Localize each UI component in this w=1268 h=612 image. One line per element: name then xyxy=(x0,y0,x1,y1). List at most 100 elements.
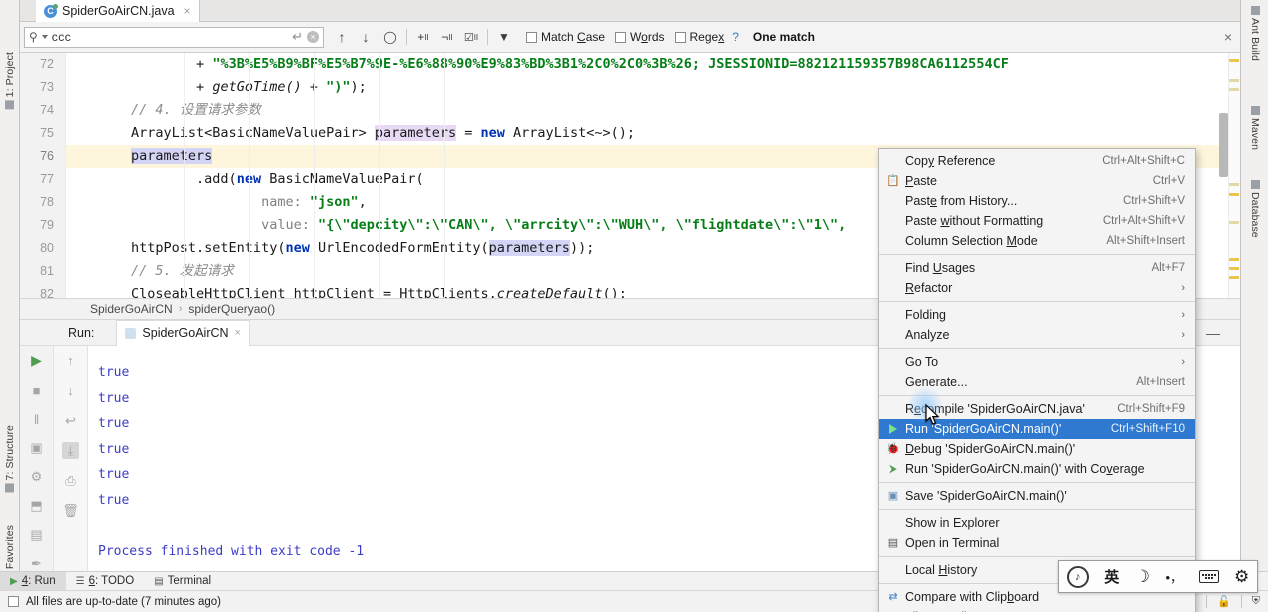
bottom-tool-6-todo[interactable]: ☰ 6: TODO xyxy=(66,572,145,591)
clear-all-button[interactable]: 🗑 xyxy=(62,502,79,519)
dump-threads-button[interactable]: ⚙ xyxy=(28,469,45,485)
menu-item-copy-reference[interactable]: Copy Reference Ctrl+Alt+Shift+C xyxy=(879,151,1195,171)
bottom-tool-4-run[interactable]: ▶ 4: Run xyxy=(0,571,66,591)
checkbox-box xyxy=(674,31,686,43)
help-icon[interactable]: ? xyxy=(732,30,739,44)
code-token: new xyxy=(285,240,310,256)
up-the-stack-trace-button[interactable]: ↑ xyxy=(62,352,79,369)
camera-button[interactable]: ▣ xyxy=(28,440,45,456)
code-token: "{\"depcity\":\"CAN\", \"arrcity\":\"WUH… xyxy=(318,217,847,233)
code-line[interactable]: 73 + getGoTime() + ")"); xyxy=(40,76,1240,99)
menu-item-run-spidergoaircn-main[interactable]: Run 'SpiderGoAirCN.main()' Ctrl+Shift+F10 xyxy=(879,419,1195,439)
breadcrumb-separator-icon: › xyxy=(178,303,183,315)
code-line[interactable]: 74 // 4. 设置请求参数 xyxy=(40,99,1240,122)
code-line[interactable]: 75 ArrayList<BasicNameValuePair> paramet… xyxy=(40,122,1240,145)
menu-item-refactor[interactable]: Refactor › xyxy=(879,278,1195,298)
breadcrumb-method[interactable]: spiderQueryao() xyxy=(188,302,275,316)
menu-item-find-usages[interactable]: Find Usages Alt+F7 xyxy=(879,258,1195,278)
terminal-icon: ▤ xyxy=(887,537,899,549)
menu-item-column-selection-mode[interactable]: Column Selection Mode Alt+Shift+Insert xyxy=(879,231,1195,251)
sidebar-item-label: Database xyxy=(1248,192,1261,238)
code-token: httpPost.setEntity( xyxy=(66,240,286,256)
line-number: 78 xyxy=(40,195,54,209)
stop-button[interactable]: ■ xyxy=(28,382,45,398)
search-input-value: ccc xyxy=(51,30,72,44)
marker-stripe[interactable] xyxy=(1228,53,1240,298)
menu-item-paste-without-formatting[interactable]: Paste without Formatting Ctrl+Alt+Shift+V xyxy=(879,211,1195,231)
clear-search-icon[interactable]: × xyxy=(307,31,319,43)
menu-item-analyze[interactable]: Analyze › xyxy=(879,325,1195,345)
sidebar-item-label: 7: Structure xyxy=(3,425,16,481)
menu-item-show-in-explorer[interactable]: Show in Explorer xyxy=(879,513,1195,533)
menu-item-paste-from-history[interactable]: Paste from History... Ctrl+Shift+V xyxy=(879,191,1195,211)
bottom-tool-label: Terminal xyxy=(167,575,212,587)
sidebar-item-database[interactable]: Database xyxy=(1249,180,1261,238)
menu-item-open-in-terminal[interactable]: ▤ Open in Terminal xyxy=(879,533,1195,553)
menu-separator xyxy=(879,509,1195,510)
menu-item-go-to[interactable]: Go To › xyxy=(879,352,1195,372)
down-the-stack-trace-button[interactable]: ↓ xyxy=(62,382,79,399)
close-icon[interactable]: × xyxy=(235,327,241,339)
chevron-down-icon[interactable] xyxy=(41,35,48,39)
menu-item-recompile-spidergoaircn-java[interactable]: Recompile 'SpiderGoAirCN.java' Ctrl+Shift… xyxy=(879,399,1195,419)
export-button[interactable]: ⬒ xyxy=(28,498,45,514)
menu-separator xyxy=(879,395,1195,396)
scroll-to-end-button[interactable]: ⤓ xyxy=(62,442,79,459)
select-all-button[interactable]: ☑ II xyxy=(459,25,483,49)
find-next-button[interactable]: ↓ xyxy=(354,25,378,49)
editor-scrollbar-thumb[interactable] xyxy=(1219,113,1228,177)
code-line[interactable]: 72 + "%3B%E5%B9%BF%E5%B7%9E-%E6%88%90%E9… xyxy=(40,53,1240,76)
close-icon[interactable]: × xyxy=(184,4,191,18)
ime-floating-bar[interactable]: ♪ 英 ☽ •， ⚙ xyxy=(1058,560,1258,593)
close-find-bar-icon[interactable]: × xyxy=(1224,29,1232,45)
submenu-arrow-icon: › xyxy=(1181,329,1185,341)
rerun-button[interactable]: ▶ xyxy=(28,352,45,369)
marker xyxy=(1229,79,1239,82)
ime-moon-icon[interactable]: ☽ xyxy=(1135,567,1150,587)
menu-item-paste[interactable]: 📋 Paste Ctrl+V xyxy=(879,171,1195,191)
layout-button[interactable]: ▤ xyxy=(28,527,45,543)
find-previous-button[interactable]: ↑ xyxy=(330,25,354,49)
editor-tab-spidergoaircn[interactable]: C SpiderGoAirCN.java × xyxy=(36,0,200,22)
sidebar-item-maven[interactable]: Maven xyxy=(1249,106,1261,150)
regex-checkbox[interactable]: Regex xyxy=(674,30,724,44)
line-number: 73 xyxy=(40,80,54,94)
sidebar-item-ant-build[interactable]: Ant Build xyxy=(1249,6,1261,61)
add-occurrence-button[interactable]: + II xyxy=(411,25,435,49)
soft-wrap-button[interactable]: ↩ xyxy=(62,412,79,429)
remove-occurrence-button[interactable]: ¬ II xyxy=(435,25,459,49)
code-token: "json" xyxy=(309,194,359,210)
run-tab-spidergoaircn[interactable]: SpiderGoAirCN × xyxy=(116,319,250,346)
lock-icon[interactable]: 🔓 xyxy=(1217,595,1231,608)
bottom-tool-terminal[interactable]: ▤ Terminal xyxy=(144,572,221,591)
select-all-occurrences-button[interactable]: ◯ xyxy=(378,25,402,49)
editor-context-menu[interactable]: Copy Reference Ctrl+Alt+Shift+C 📋 Paste Ctrl… xyxy=(878,148,1196,612)
menu-item-run-spidergoaircn-main-with-coverage[interactable]: ⮞ Run 'SpiderGoAirCN.main()' with Coverag… xyxy=(879,459,1195,479)
indent-guide xyxy=(249,53,250,298)
sidebar-item-project[interactable]: 1: Project xyxy=(4,52,16,110)
menu-item-debug-spidergoaircn-main[interactable]: 🐞 Debug 'SpiderGoAirCN.main()' xyxy=(879,439,1195,459)
breadcrumb-class[interactable]: SpiderGoAirCN xyxy=(90,302,173,316)
ime-mode-button[interactable]: 英 xyxy=(1104,566,1119,587)
pause-button[interactable]: ‖ xyxy=(28,411,45,427)
gear-icon[interactable]: ⚙ xyxy=(1234,567,1249,587)
print-button[interactable]: ⎙ xyxy=(62,472,79,489)
menu-item-save-spidergoaircn-main[interactable]: ▣ Save 'SpiderGoAirCN.main()' xyxy=(879,486,1195,506)
filter-button[interactable]: ▼ xyxy=(492,25,516,49)
line-number: 74 xyxy=(40,103,54,117)
match-case-checkbox[interactable]: Match Case xyxy=(526,30,605,44)
words-checkbox[interactable]: Words xyxy=(615,30,665,44)
search-input[interactable]: ⚲ ccc ↵ × xyxy=(24,26,324,48)
ime-punctuation-icon[interactable]: •， xyxy=(1165,567,1183,586)
menu-item-folding[interactable]: Folding › xyxy=(879,305,1195,325)
sogou-logo-icon[interactable]: ♪ xyxy=(1066,565,1089,588)
hint-icon[interactable]: ⛨ xyxy=(1252,595,1260,608)
keyboard-icon[interactable] xyxy=(1198,570,1219,583)
menu-item-file-encoding[interactable]: File Encoding xyxy=(879,607,1195,612)
sidebar-item-structure[interactable]: 7: Structure xyxy=(3,425,16,493)
minimize-icon[interactable]: — xyxy=(1206,325,1220,341)
code-token: // 5. 发起请求 xyxy=(66,263,234,279)
sidebar-item-label: Maven xyxy=(1248,118,1261,151)
menu-item-generate[interactable]: Generate... Alt+Insert xyxy=(879,372,1195,392)
pin-button[interactable]: ✒ xyxy=(28,556,45,572)
